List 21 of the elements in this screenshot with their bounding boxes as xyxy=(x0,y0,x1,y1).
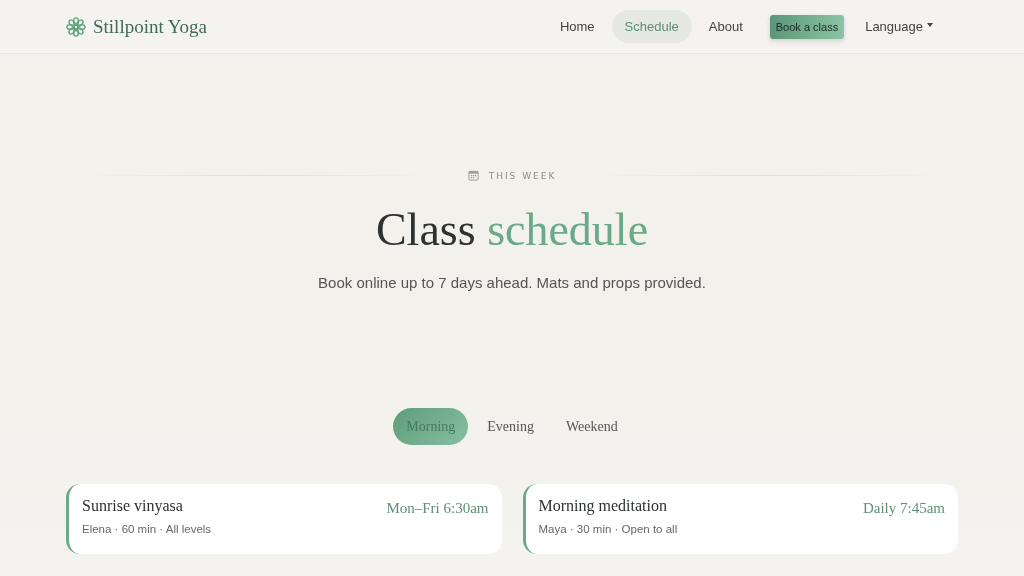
class-details: Elena · 60 min · All levels xyxy=(82,523,212,535)
calendar-icon xyxy=(467,170,479,181)
book-button[interactable]: Book a class xyxy=(769,14,845,39)
subtitle: Book online up to 7 days ahead. Mats and props provided. xyxy=(318,274,706,291)
section-label: THIS WEEK xyxy=(488,170,557,181)
language-dropdown[interactable]: Language xyxy=(852,10,946,43)
class-name: Sunrise vinyasa xyxy=(82,497,184,515)
brand-name[interactable]: Stillpoint Yoga xyxy=(93,15,208,38)
tab[interactable]: Weekend xyxy=(552,408,631,445)
class-details: Maya · 30 min · Open to all xyxy=(538,523,678,535)
class-time: Daily 7:45am xyxy=(862,500,945,517)
class-card[interactable]: Morning meditation Maya · 30 min · Open to all Daily 7:45am xyxy=(522,484,958,554)
caret-icon xyxy=(927,22,933,27)
class-card[interactable]: Sunrise vinyasa Elena · 60 min · All levels Mon–Fri 6:30am xyxy=(66,484,502,554)
page-title: Class schedule xyxy=(375,203,649,256)
nav-link[interactable]: About xyxy=(695,10,756,43)
class-time: Mon–Fri 6:30am xyxy=(386,500,489,517)
nav-link[interactable]: Home xyxy=(546,10,608,43)
flower-icon xyxy=(66,16,86,37)
class-name: Morning meditation xyxy=(538,497,668,515)
tab[interactable]: Evening xyxy=(474,408,547,445)
